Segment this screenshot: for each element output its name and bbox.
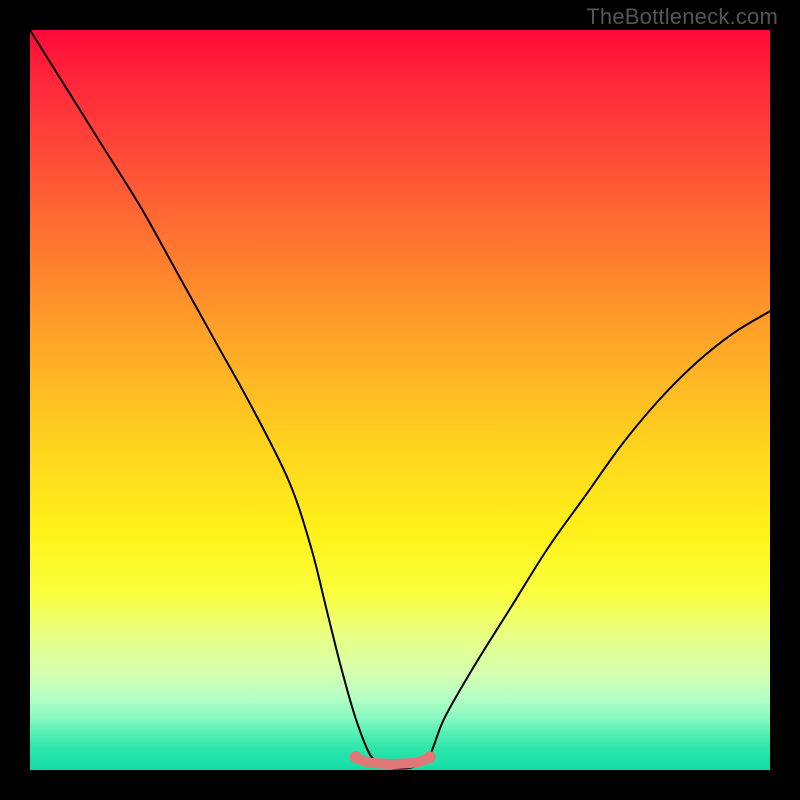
plot-area xyxy=(30,30,770,770)
curve-svg xyxy=(30,30,770,770)
optimum-band-path xyxy=(356,757,430,764)
optimum-band-dot-left xyxy=(350,751,362,763)
optimum-band-dot-right xyxy=(424,751,436,763)
chart-frame: TheBottleneck.com xyxy=(0,0,800,800)
watermark-text: TheBottleneck.com xyxy=(586,4,778,30)
bottleneck-curve-path xyxy=(30,30,770,769)
